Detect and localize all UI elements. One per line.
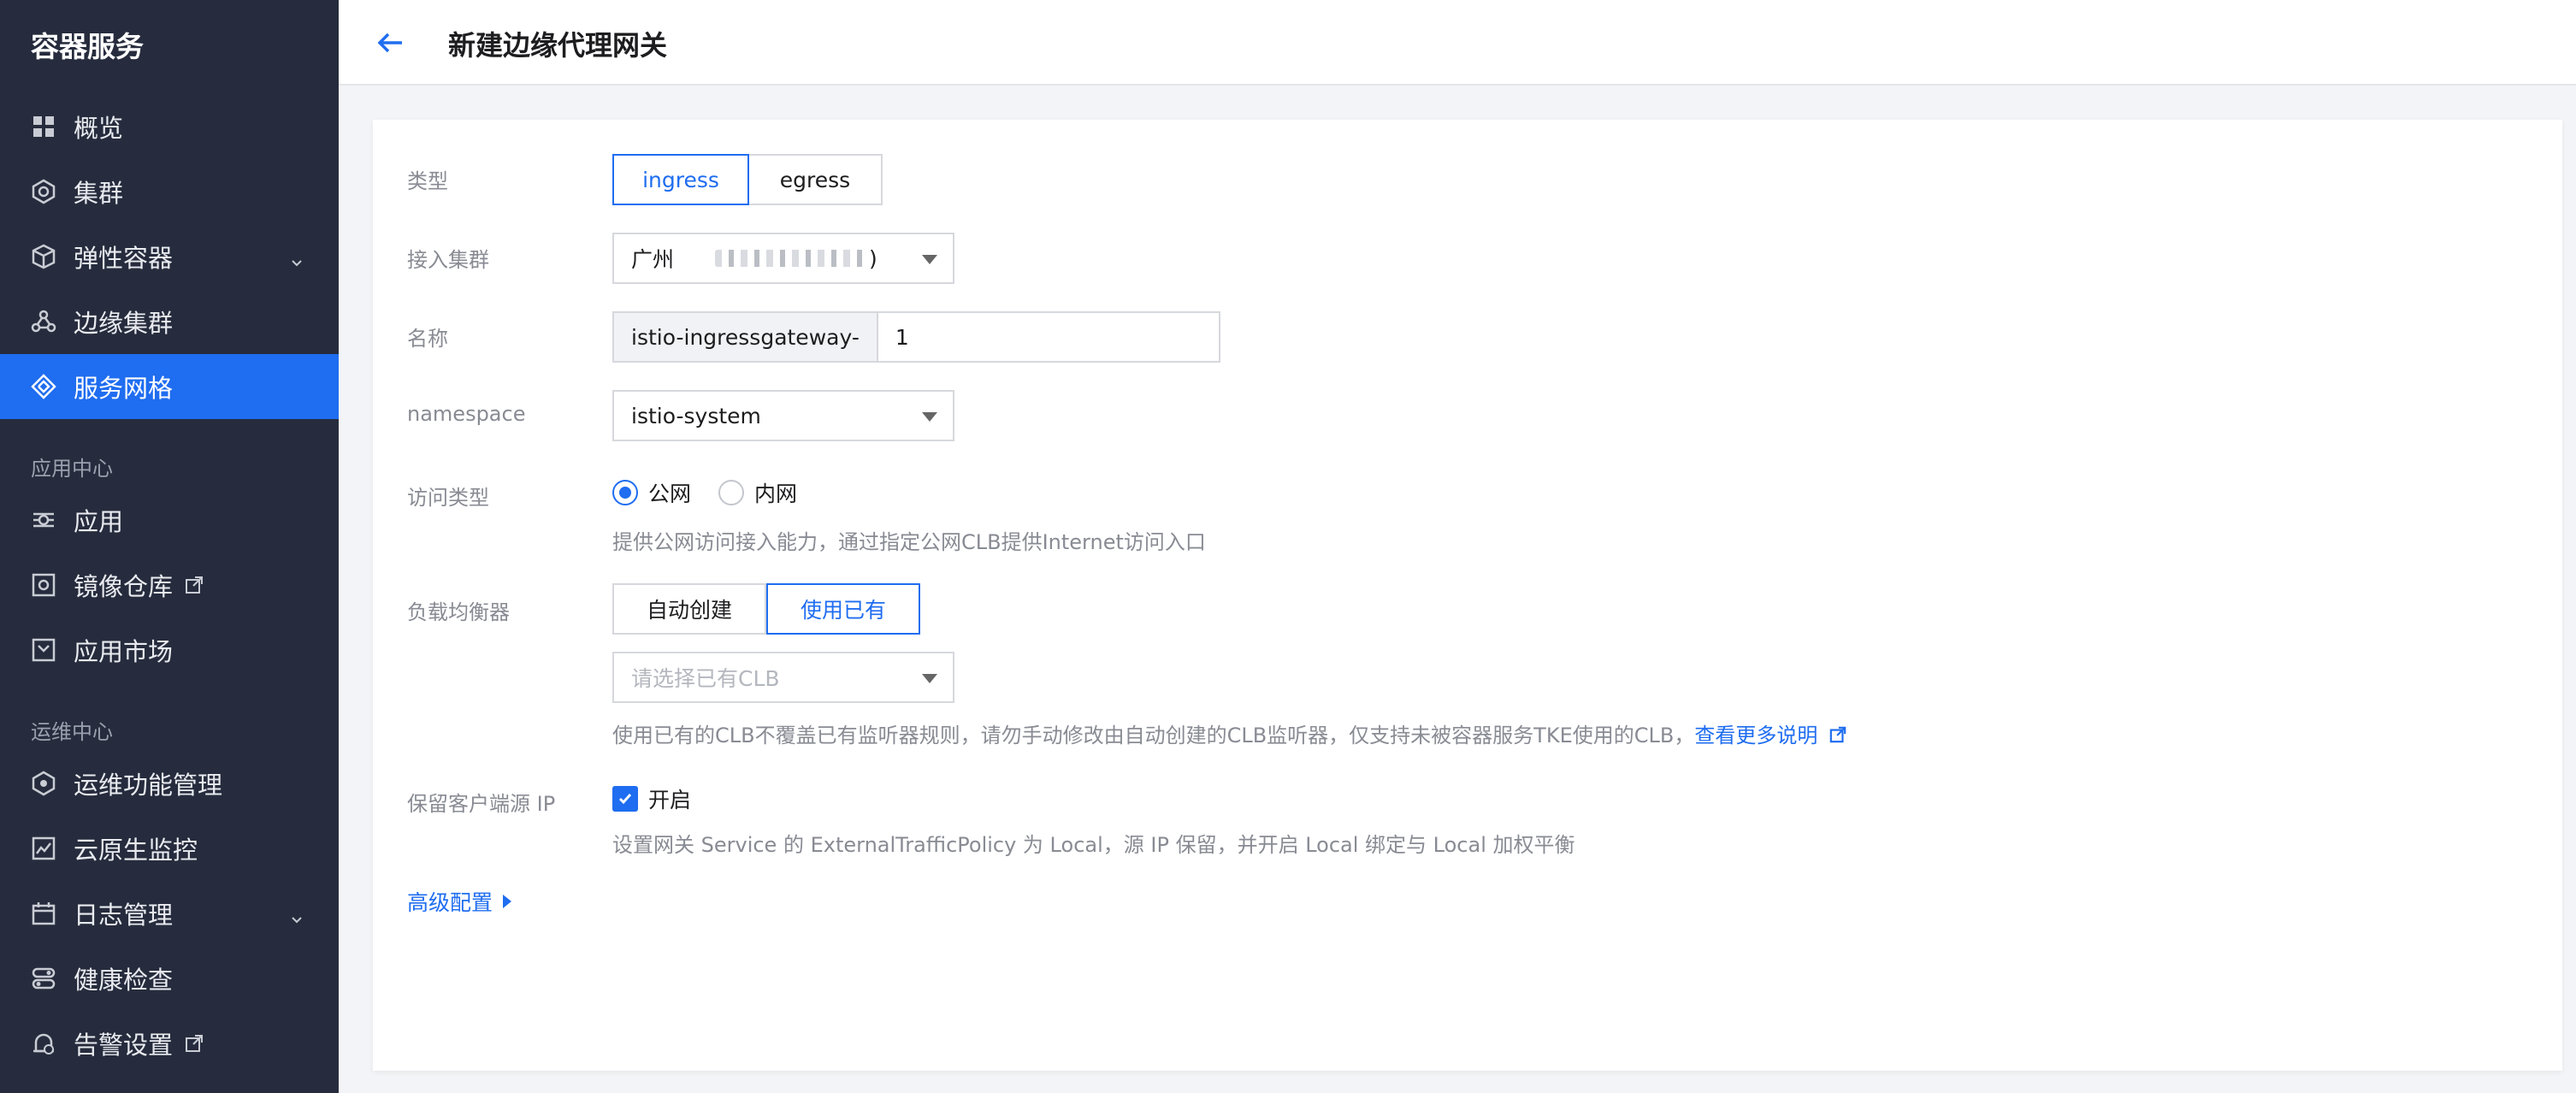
radio-unchecked-icon (718, 480, 744, 505)
cluster-id-suffix: ) (869, 245, 877, 271)
back-arrow-icon[interactable] (373, 26, 407, 60)
sidebar-item-label: 健康检查 (74, 966, 174, 995)
cluster-id-redacted (715, 250, 870, 267)
external-link-icon (185, 1034, 204, 1053)
sidebar: 容器服务 概览 集群 弹性容器 边缘集群 服务网格 应用中心 应用 镜像仓库 应… (0, 0, 339, 1093)
alarm-icon (31, 1031, 56, 1056)
type-label: 类型 (407, 169, 448, 193)
type-option-egress[interactable]: egress (749, 154, 883, 205)
sidebar-item-log-management[interactable]: 日志管理 (0, 881, 339, 946)
caret-down-icon (922, 674, 937, 683)
sidebar-item-health-check[interactable]: 健康检查 (0, 946, 339, 1011)
type-option-ingress[interactable]: ingress (612, 154, 749, 205)
checkbox-checked-icon (612, 786, 638, 812)
section-app-center: 应用中心 (31, 457, 113, 481)
sidebar-item-app[interactable]: 应用 (0, 487, 339, 552)
name-field: istio-ingressgateway- (612, 311, 1220, 363)
external-link-icon (1829, 724, 1846, 748)
clb-placeholder: 请选择已有CLB (631, 666, 780, 691)
lb-help-text: 使用已有的CLB不覆盖已有监听器规则，请勿手动修改由自动创建的CLB监听器，仅支… (612, 724, 1695, 747)
sidebar-item-alert-settings[interactable]: 告警设置 (0, 1011, 339, 1076)
type-segment: ingress egress (612, 154, 883, 205)
chevron-down-icon (289, 905, 304, 924)
monitor-icon (31, 836, 56, 861)
radio-label: 内网 (754, 482, 798, 506)
sidebar-item-label: 集群 (74, 179, 124, 208)
preserve-ip-help: 设置网关 Service 的 ExternalTrafficPolicy 为 L… (612, 833, 1575, 857)
page-title: 新建边缘代理网关 (448, 29, 668, 62)
name-prefix: istio-ingressgateway- (612, 311, 878, 363)
app-icon (31, 507, 56, 533)
lb-label: 负载均衡器 (407, 600, 510, 624)
radio-label: 公网 (648, 482, 692, 506)
toggle-icon (31, 966, 56, 991)
preserve-ip-checkbox[interactable]: 开启 (612, 783, 691, 814)
cluster-icon (31, 179, 56, 204)
sidebar-item-cloud-monitoring[interactable]: 云原生监控 (0, 816, 339, 881)
edge-cluster-icon (31, 309, 56, 334)
lb-option-existing[interactable]: 使用已有 (766, 583, 920, 635)
lb-help: 使用已有的CLB不覆盖已有监听器规则，请勿手动修改由自动创建的CLB监听器，仅支… (612, 718, 1846, 748)
caret-down-icon (922, 412, 937, 422)
sidebar-item-label: 应用市场 (74, 637, 174, 666)
advanced-config-toggle[interactable]: 高级配置 (407, 886, 512, 917)
sidebar-item-label: 边缘集群 (74, 309, 174, 338)
brand-title: 容器服务 (31, 30, 144, 63)
lb-help-link[interactable]: 查看更多说明 (1694, 724, 1817, 747)
name-input[interactable] (877, 311, 1220, 363)
checkbox-label: 开启 (648, 788, 692, 812)
preserve-ip-label: 保留客户端源 IP (407, 792, 556, 816)
lb-option-auto[interactable]: 自动创建 (612, 583, 766, 635)
sidebar-item-elastic-container[interactable]: 弹性容器 (0, 224, 339, 289)
page-header: 新建边缘代理网关 (339, 0, 2576, 86)
registry-icon (31, 572, 56, 598)
cube-icon (31, 244, 56, 269)
clb-select[interactable]: 请选择已有CLB (612, 652, 954, 703)
access-help: 提供公网访问接入能力，通过指定公网CLB提供Internet访问入口 (612, 530, 1206, 554)
namespace-label: namespace (407, 402, 526, 426)
grid-icon (31, 114, 56, 139)
namespace-value: istio-system (631, 403, 761, 428)
sidebar-item-ops-management[interactable]: 运维功能管理 (0, 751, 339, 816)
external-link-icon (185, 576, 204, 594)
sidebar-item-label: 镜像仓库 (74, 572, 174, 601)
name-label: 名称 (407, 327, 448, 351)
advanced-config-label: 高级配置 (407, 890, 493, 915)
cluster-label: 接入集群 (407, 248, 489, 272)
market-icon (31, 637, 56, 663)
radio-checked-icon (612, 480, 638, 505)
sidebar-item-label: 日志管理 (74, 901, 174, 930)
sidebar-item-label: 云原生监控 (74, 836, 198, 865)
cluster-select[interactable]: 广州 ) (612, 233, 954, 284)
section-ops-center: 运维中心 (31, 720, 113, 744)
sidebar-item-label: 概览 (74, 114, 124, 143)
sidebar-item-app-market[interactable]: 应用市场 (0, 617, 339, 682)
cluster-region: 广州 (631, 247, 675, 272)
sidebar-item-overview[interactable]: 概览 (0, 94, 339, 159)
form-panel: 类型 ingress egress 接入集群 广州 ) 名称 istio-ing… (373, 120, 2562, 1071)
access-radio-private[interactable]: 内网 (718, 477, 797, 508)
caret-right-icon (503, 895, 512, 908)
caret-down-icon (922, 255, 937, 264)
sidebar-item-edge-cluster[interactable]: 边缘集群 (0, 289, 339, 354)
sidebar-item-label: 告警设置 (74, 1031, 174, 1060)
namespace-select[interactable]: istio-system (612, 390, 954, 441)
ops-icon (31, 771, 56, 796)
calendar-icon (31, 901, 56, 926)
sidebar-item-label: 应用 (74, 507, 124, 536)
sidebar-item-service-mesh[interactable]: 服务网格 (0, 354, 339, 419)
access-type-label: 访问类型 (407, 486, 489, 510)
access-radio-public[interactable]: 公网 (612, 477, 691, 508)
lb-segment: 自动创建 使用已有 (612, 583, 920, 635)
sidebar-item-cluster[interactable]: 集群 (0, 159, 339, 224)
mesh-icon (31, 374, 56, 399)
sidebar-item-label: 弹性容器 (74, 244, 174, 273)
sidebar-item-label: 运维功能管理 (74, 771, 223, 800)
sidebar-item-label: 服务网格 (74, 374, 174, 403)
sidebar-item-image-registry[interactable]: 镜像仓库 (0, 552, 339, 617)
chevron-down-icon (289, 248, 304, 267)
